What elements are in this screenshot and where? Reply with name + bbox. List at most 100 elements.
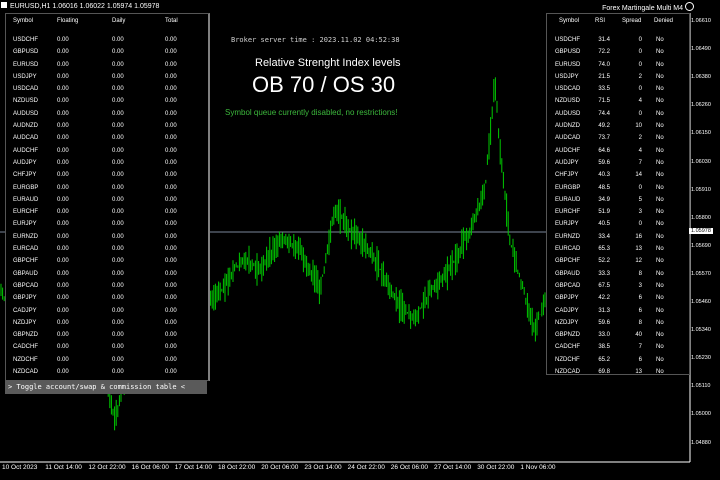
cell-symbol: EURUSD bbox=[13, 61, 39, 68]
cell-total: 0.00 bbox=[165, 258, 177, 265]
cell-floating: 0.00 bbox=[57, 123, 69, 130]
cell-symbol: EURCAD bbox=[555, 246, 581, 253]
cell-total: 0.00 bbox=[165, 61, 177, 68]
cell-total: 0.00 bbox=[165, 332, 177, 339]
cell-denied: No bbox=[656, 37, 664, 43]
table-row: GBPCAD 0.00 0.00 0.00 bbox=[6, 280, 208, 292]
toggle-table-button[interactable]: > Toggle account/swap & commission table… bbox=[5, 380, 207, 394]
cell-daily: 0.00 bbox=[112, 196, 124, 203]
cell-floating: 0.00 bbox=[57, 282, 69, 289]
time-tick-label: 18 Oct 22:00 bbox=[218, 464, 256, 471]
cell-symbol: NZDCAD bbox=[13, 369, 38, 376]
cell-symbol: AUDJPY bbox=[13, 159, 37, 166]
table-row: CADJPY 0.00 0.00 0.00 bbox=[6, 305, 208, 317]
cell-symbol: AUDCHF bbox=[555, 147, 580, 154]
cell-symbol: EURCAD bbox=[13, 246, 39, 253]
table-row: GBPJPY 42.2 6 No bbox=[547, 292, 689, 304]
price-tick-label: 1.06380 bbox=[691, 74, 711, 81]
cell-floating: 0.00 bbox=[57, 147, 69, 154]
price-axis[interactable]: 1.06610 1.06490 1.06380 1.06260 1.06150 1.060… bbox=[691, 13, 720, 460]
time-tick-label: 26 Oct 06:00 bbox=[390, 464, 429, 471]
cell-daily: 0.00 bbox=[112, 49, 124, 56]
price-tick-label: 1.05800 bbox=[691, 214, 711, 221]
cell-symbol: GBPUSD bbox=[13, 49, 39, 56]
cell-total: 0.00 bbox=[165, 196, 177, 203]
cell-symbol: GBPAUD bbox=[13, 270, 38, 277]
cell-symbol: NZDJPY bbox=[13, 319, 37, 326]
cell-spread: 4 bbox=[638, 147, 642, 154]
cell-rsi: 33.4 bbox=[598, 233, 610, 240]
cell-total: 0.00 bbox=[165, 221, 177, 228]
time-axis[interactable]: 10 Oct 2023 11 Oct 14:00 12 Oct 22:00 16 Oc… bbox=[0, 462, 690, 480]
cell-symbol: EURCHF bbox=[13, 209, 38, 216]
cell-rsi: 40.5 bbox=[598, 221, 610, 228]
cell-symbol: EURJPY bbox=[555, 221, 579, 228]
price-tick-label: 1.05570 bbox=[691, 270, 711, 277]
chart-window-icon bbox=[1, 2, 7, 8]
cell-spread: 3 bbox=[638, 209, 642, 216]
table-row: EURJPY 40.5 0 No bbox=[547, 218, 689, 230]
cell-symbol: EURNZD bbox=[13, 233, 38, 240]
cell-symbol: GBPNZD bbox=[13, 332, 39, 339]
cell-daily: 0.00 bbox=[112, 135, 124, 142]
table-row: NZDCAD 69.8 13 No bbox=[547, 366, 689, 378]
cell-symbol: USDCAD bbox=[555, 86, 581, 93]
cell-daily: 0.00 bbox=[112, 98, 124, 105]
cell-spread: 12 bbox=[635, 258, 642, 265]
time-tick-label: 11 Oct 14:00 bbox=[45, 464, 82, 471]
cell-total: 0.00 bbox=[165, 184, 177, 191]
cell-daily: 0.00 bbox=[112, 369, 124, 376]
table-row: GBPAUD 0.00 0.00 0.00 bbox=[6, 268, 208, 280]
cell-denied: No bbox=[656, 356, 664, 363]
cell-spread: 0 bbox=[638, 86, 642, 93]
cell-total: 0.00 bbox=[165, 172, 177, 179]
table-row: AUDCHF 64.6 4 No bbox=[547, 145, 689, 157]
time-tick-label: 30 Oct 22:00 bbox=[477, 464, 515, 471]
cell-floating: 0.00 bbox=[57, 184, 69, 191]
cell-daily: 0.00 bbox=[112, 209, 124, 216]
table-row: GBPAUD 33.3 8 No bbox=[547, 268, 689, 280]
table-row: EURNZD 33.4 16 No bbox=[547, 231, 689, 243]
cell-symbol: NZDJPY bbox=[555, 319, 579, 326]
cell-rsi: 69.8 bbox=[598, 369, 610, 376]
cell-spread: 6 bbox=[638, 295, 642, 302]
cell-symbol: AUDNZD bbox=[13, 123, 38, 130]
table-row: GBPJPY 0.00 0.00 0.00 bbox=[6, 292, 208, 304]
cell-denied: No bbox=[656, 221, 664, 228]
cell-spread: 3 bbox=[638, 282, 642, 289]
cell-rsi: 59.6 bbox=[598, 319, 610, 326]
cell-symbol: EURUSD bbox=[555, 61, 581, 68]
header-denied: Denied bbox=[654, 18, 674, 24]
cell-floating: 0.00 bbox=[57, 98, 69, 105]
price-tick-label: 1.06150 bbox=[691, 130, 711, 137]
cell-denied: No bbox=[656, 110, 664, 117]
cell-symbol: NZDCHF bbox=[13, 356, 38, 363]
cell-total: 0.00 bbox=[165, 295, 177, 302]
cell-floating: 0.00 bbox=[57, 110, 69, 117]
cell-spread: 7 bbox=[638, 344, 642, 351]
cell-rsi: 73.7 bbox=[598, 135, 610, 142]
cell-spread: 13 bbox=[635, 246, 642, 253]
price-tick-label: 1.06030 bbox=[691, 158, 711, 165]
current-price-tag: 1.05978 bbox=[689, 228, 713, 234]
cell-daily: 0.00 bbox=[112, 184, 124, 191]
cell-daily: 0.00 bbox=[112, 37, 124, 43]
cell-denied: No bbox=[656, 86, 664, 93]
cell-symbol: CADJPY bbox=[555, 307, 579, 314]
cell-floating: 0.00 bbox=[57, 135, 69, 142]
cell-floating: 0.00 bbox=[57, 196, 69, 203]
table-row: EURGBP 48.5 0 No bbox=[547, 182, 689, 194]
cell-rsi: 51.9 bbox=[598, 209, 610, 216]
cell-denied: No bbox=[656, 332, 664, 339]
table-row: EURNZD 0.00 0.00 0.00 bbox=[6, 231, 208, 243]
cell-rsi: 59.6 bbox=[598, 159, 610, 166]
cell-symbol: CADJPY bbox=[13, 307, 37, 314]
account-table-panel: Symbol Floating Daily Total USDCHF 0.00 0.… bbox=[5, 13, 210, 381]
cell-spread: 2 bbox=[638, 73, 642, 80]
cell-symbol: NZDUSD bbox=[13, 98, 38, 105]
table-row: USDCAD 33.5 0 No bbox=[547, 83, 689, 95]
table-row: CHFJPY 0.00 0.00 0.00 bbox=[6, 169, 208, 181]
cell-denied: No bbox=[656, 123, 664, 130]
cell-denied: No bbox=[656, 98, 664, 105]
cell-daily: 0.00 bbox=[112, 233, 124, 240]
